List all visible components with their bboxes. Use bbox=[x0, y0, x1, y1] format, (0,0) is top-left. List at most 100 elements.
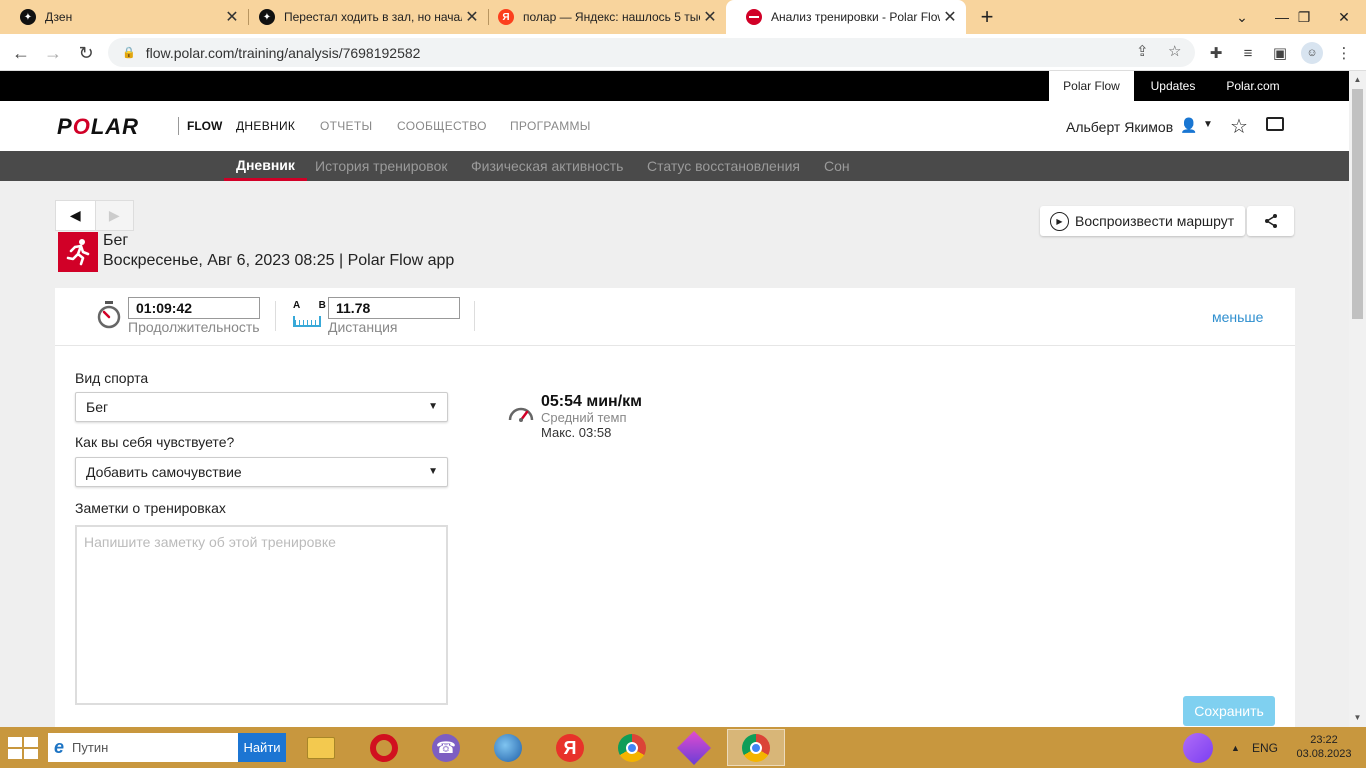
crystal-app-icon[interactable] bbox=[677, 731, 711, 765]
top-bar: Polar Flow Updates Polar.com bbox=[0, 71, 1349, 101]
forward-arrow-icon[interactable]: → bbox=[40, 40, 66, 66]
nav-programs[interactable]: ПРОГРАММЫ bbox=[510, 119, 591, 133]
chrome-active-window-icon[interactable] bbox=[727, 729, 785, 766]
site-header: POLAR FLOW ДНЕВНИК ОТЧЕТЫ СООБЩЕСТВО ПРО… bbox=[0, 101, 1349, 151]
divider bbox=[178, 117, 179, 135]
user-name[interactable]: Альберт Якимов bbox=[1066, 119, 1173, 135]
user-icon[interactable]: 👤 bbox=[1180, 117, 1197, 134]
side-panel-icon[interactable]: ▣ bbox=[1269, 42, 1291, 64]
address-bar[interactable]: 🔒 flow.polar.com/training/analysis/76981… bbox=[108, 38, 1195, 67]
top-link-updates[interactable]: Updates bbox=[1134, 71, 1212, 101]
bookmark-star-icon[interactable]: ☆ bbox=[1168, 42, 1181, 60]
distance-label: Дистанция bbox=[328, 319, 398, 335]
clock-date: 03.08.2023 bbox=[1296, 748, 1352, 760]
tab-search-icon[interactable]: ⌄ bbox=[1222, 0, 1262, 34]
scroll-up-icon[interactable]: ▲ bbox=[1349, 75, 1366, 84]
feeling-label: Как вы себя чувствуете? bbox=[75, 434, 235, 450]
browser-tab-strip: ✦ Дзен ✕ ✦ Перестал ходить в зал, но нач… bbox=[0, 0, 1366, 34]
main-content: ◀ ▶ Бег Воскресенье, Авг 6, 2023 08:25 |… bbox=[0, 181, 1349, 727]
chevron-down-icon: ▼ bbox=[428, 466, 438, 477]
tab-title: Анализ тренировки - Polar Flow bbox=[771, 10, 940, 24]
sport-title: Бег bbox=[103, 232, 129, 249]
summary-row: 01:09:42 Продолжительность A B 11.78 Дис… bbox=[55, 288, 1295, 346]
next-session-button[interactable]: ▶ bbox=[94, 201, 133, 230]
menu-dots-icon[interactable]: ⋮ bbox=[1333, 42, 1355, 64]
divider bbox=[275, 301, 276, 331]
close-icon[interactable]: ✕ bbox=[940, 7, 960, 27]
windows-start-icon[interactable] bbox=[8, 737, 38, 759]
subnav-training-history[interactable]: История тренировок bbox=[315, 151, 447, 181]
url-text: flow.polar.com/training/analysis/7698192… bbox=[145, 44, 421, 61]
reading-list-icon[interactable]: ≡ bbox=[1237, 42, 1259, 64]
tray-expand-icon[interactable]: ▲ bbox=[1231, 743, 1240, 753]
profile-avatar[interactable]: ☺ bbox=[1301, 42, 1323, 64]
distance-input[interactable]: 11.78 bbox=[328, 297, 460, 319]
duration-input[interactable]: 01:09:42 bbox=[128, 297, 260, 319]
tab-title: полар — Яндекс: нашлось 5 тыс bbox=[523, 10, 700, 24]
save-button[interactable]: Сохранить bbox=[1183, 696, 1275, 726]
window-close-icon[interactable]: ✕ bbox=[1324, 0, 1364, 34]
chevron-down-icon[interactable]: ▼ bbox=[1203, 119, 1213, 130]
tab-article[interactable]: ✦ Перестал ходить в зал, но начал ✕ bbox=[239, 0, 488, 34]
top-link-polar-flow[interactable]: Polar Flow bbox=[1049, 71, 1134, 101]
alice-assistant-icon[interactable] bbox=[1181, 731, 1215, 765]
messages-icon[interactable] bbox=[1266, 117, 1284, 131]
share-page-icon[interactable]: ⇪ bbox=[1136, 42, 1149, 60]
language-indicator[interactable]: ENG bbox=[1252, 741, 1278, 755]
tab-polar-flow[interactable]: Анализ тренировки - Polar Flow ✕ bbox=[726, 0, 966, 34]
system-clock[interactable]: 23:22 03.08.2023 bbox=[1293, 733, 1355, 761]
feeling-value: Добавить самочувствие bbox=[86, 464, 242, 480]
subnav-recovery-status[interactable]: Статус восстановления bbox=[647, 151, 800, 181]
extensions-puzzle-icon[interactable]: ✚ bbox=[1205, 42, 1227, 64]
viber-icon[interactable]: ☎ bbox=[429, 731, 463, 765]
notes-placeholder: Напишите заметку об этой тренировке bbox=[84, 534, 336, 550]
divider bbox=[474, 301, 475, 331]
page-scrollbar[interactable]: ▲ ▼ bbox=[1349, 71, 1366, 727]
scroll-down-icon[interactable]: ▼ bbox=[1349, 713, 1366, 722]
taskbar-search-input[interactable]: e Путин bbox=[48, 733, 238, 762]
session-navigator: ◀ ▶ bbox=[55, 200, 134, 231]
globe-browser-icon[interactable] bbox=[491, 731, 525, 765]
reload-icon[interactable]: ↻ bbox=[73, 40, 99, 66]
flow-label: FLOW bbox=[187, 119, 223, 133]
stopwatch-icon bbox=[97, 301, 121, 329]
polar-logo[interactable]: POLAR bbox=[57, 114, 139, 140]
new-tab-button[interactable]: + bbox=[977, 4, 997, 30]
sport-type-select[interactable]: Бег ▼ bbox=[75, 392, 448, 422]
share-button[interactable] bbox=[1247, 206, 1294, 236]
lock-icon: 🔒 bbox=[122, 47, 136, 59]
subnav-diary[interactable]: Дневник bbox=[224, 151, 307, 181]
tab-dzen[interactable]: ✦ Дзен ✕ bbox=[0, 0, 248, 34]
average-pace-value: 05:54 мин/км bbox=[541, 393, 642, 410]
opera-icon[interactable] bbox=[367, 731, 401, 765]
web-page: Polar Flow Updates Polar.com POLAR FLOW … bbox=[0, 71, 1349, 727]
tab-yandex-search[interactable]: Я полар — Яндекс: нашлось 5 тыс ✕ bbox=[478, 0, 726, 34]
notes-textarea[interactable]: Напишите заметку об этой тренировке bbox=[75, 525, 448, 705]
show-less-link[interactable]: меньше bbox=[1212, 309, 1263, 325]
nav-diary[interactable]: ДНЕВНИК bbox=[236, 119, 295, 133]
internet-explorer-icon: e bbox=[54, 737, 65, 757]
close-icon[interactable]: ✕ bbox=[700, 7, 720, 27]
previous-session-button[interactable]: ◀ bbox=[56, 201, 95, 230]
polar-favicon-icon bbox=[746, 9, 762, 25]
yandex-browser-icon[interactable]: Я bbox=[553, 731, 587, 765]
replay-route-label: Воспроизвести маршрут bbox=[1075, 213, 1235, 229]
nav-reports[interactable]: ОТЧЕТЫ bbox=[320, 119, 372, 133]
taskbar-search-button[interactable]: Найти bbox=[238, 733, 286, 762]
favorites-star-icon[interactable]: ☆ bbox=[1230, 114, 1248, 139]
nav-community[interactable]: СООБЩЕСТВО bbox=[397, 119, 487, 133]
scrollbar-thumb[interactable] bbox=[1352, 89, 1363, 319]
top-link-polar-com[interactable]: Polar.com bbox=[1212, 71, 1294, 101]
feeling-select[interactable]: Добавить самочувствие ▼ bbox=[75, 457, 448, 487]
notes-label: Заметки о тренировках bbox=[75, 500, 226, 516]
restore-icon[interactable]: ❐ bbox=[1284, 0, 1324, 34]
chrome-icon[interactable] bbox=[615, 731, 649, 765]
share-icon bbox=[1264, 214, 1277, 228]
training-panel: 01:09:42 Продолжительность A B 11.78 Дис… bbox=[55, 288, 1295, 727]
back-arrow-icon[interactable]: ← bbox=[8, 40, 34, 66]
subnav-sleep[interactable]: Сон bbox=[824, 151, 850, 181]
subnav-activity[interactable]: Физическая активность bbox=[471, 151, 623, 181]
file-explorer-icon[interactable] bbox=[304, 731, 338, 765]
sub-nav: Дневник История тренировок Физическая ак… bbox=[0, 151, 1349, 181]
replay-route-button[interactable]: ▶ Воспроизвести маршрут bbox=[1040, 206, 1245, 236]
